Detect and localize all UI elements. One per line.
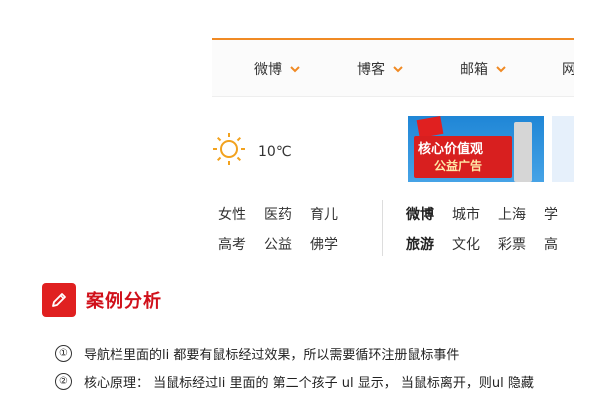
temperature: 10℃ xyxy=(258,144,292,160)
column-divider xyxy=(382,200,383,256)
list-number: ① xyxy=(55,345,72,362)
nav-item-label: 网 xyxy=(562,62,574,78)
link-item[interactable]: 文化 xyxy=(452,234,480,254)
banner-line1: 核心价值观 xyxy=(418,142,484,157)
list-item: ① 导航栏里面的li 都要有鼠标经过效果，所以需要循环注册鼠标事件 xyxy=(55,344,459,363)
nav-item-label: 微博 xyxy=(254,62,282,78)
link-item-bold: 微博 xyxy=(406,207,434,223)
link-item[interactable]: 高考 xyxy=(218,234,246,254)
example-screenshot: 微博 博客 邮箱 网 10℃ 核心价值观 公益广告 女性 医药 育儿 高考 公益… xyxy=(212,38,574,260)
chevron-down-icon xyxy=(393,66,403,73)
list-item: ② 核心原理： 当鼠标经过li 里面的 第二个孩子 ul 显示， 当鼠标离开，则… xyxy=(55,372,534,391)
ad-banner-partial[interactable] xyxy=(552,116,574,182)
list-text: 导航栏里面的li 都要有鼠标经过效果，所以需要循环注册鼠标事件 xyxy=(84,348,460,363)
section-title: 案例分析 xyxy=(86,291,162,312)
link-item[interactable]: 女性 xyxy=(218,204,246,224)
link-item[interactable]: 育儿 xyxy=(310,204,338,224)
link-item[interactable]: 学 xyxy=(544,204,558,224)
link-item[interactable]: 公益 xyxy=(264,234,292,254)
link-item[interactable]: 佛学 xyxy=(310,234,338,254)
pillar-icon xyxy=(514,122,532,182)
link-item[interactable]: 彩票 xyxy=(498,234,526,254)
link-item[interactable]: 上海 xyxy=(498,204,526,224)
list-number: ② xyxy=(55,373,72,390)
nav-item-weibo[interactable]: 微博 xyxy=(254,58,302,80)
pencil-icon xyxy=(42,283,76,317)
flag-icon xyxy=(416,116,444,138)
nav-item-web[interactable]: 网 xyxy=(562,58,574,80)
link-item[interactable]: 旅游 xyxy=(406,234,434,254)
banner-line2: 公益广告 xyxy=(434,159,483,173)
chevron-down-icon xyxy=(290,66,300,73)
link-item[interactable]: 城市 xyxy=(452,204,480,224)
link-item-bold: 旅游 xyxy=(406,237,434,253)
chevron-down-icon xyxy=(496,66,506,73)
link-item[interactable]: 高 xyxy=(544,234,558,254)
link-item[interactable]: 医药 xyxy=(264,204,292,224)
sun-icon xyxy=(213,133,245,165)
section-header: 案例分析 xyxy=(42,283,162,317)
link-item[interactable]: 微博 xyxy=(406,204,434,224)
ad-banner[interactable]: 核心价值观 公益广告 xyxy=(408,116,544,182)
nav-item-label: 博客 xyxy=(357,62,385,78)
nav-bar: 微博 博客 邮箱 网 xyxy=(212,38,574,97)
list-text: 核心原理： 当鼠标经过li 里面的 第二个孩子 ul 显示， 当鼠标离开，则ul… xyxy=(84,376,534,391)
nav-item-label: 邮箱 xyxy=(460,62,488,78)
nav-item-mail[interactable]: 邮箱 xyxy=(460,58,508,80)
nav-item-blog[interactable]: 博客 xyxy=(357,58,405,80)
